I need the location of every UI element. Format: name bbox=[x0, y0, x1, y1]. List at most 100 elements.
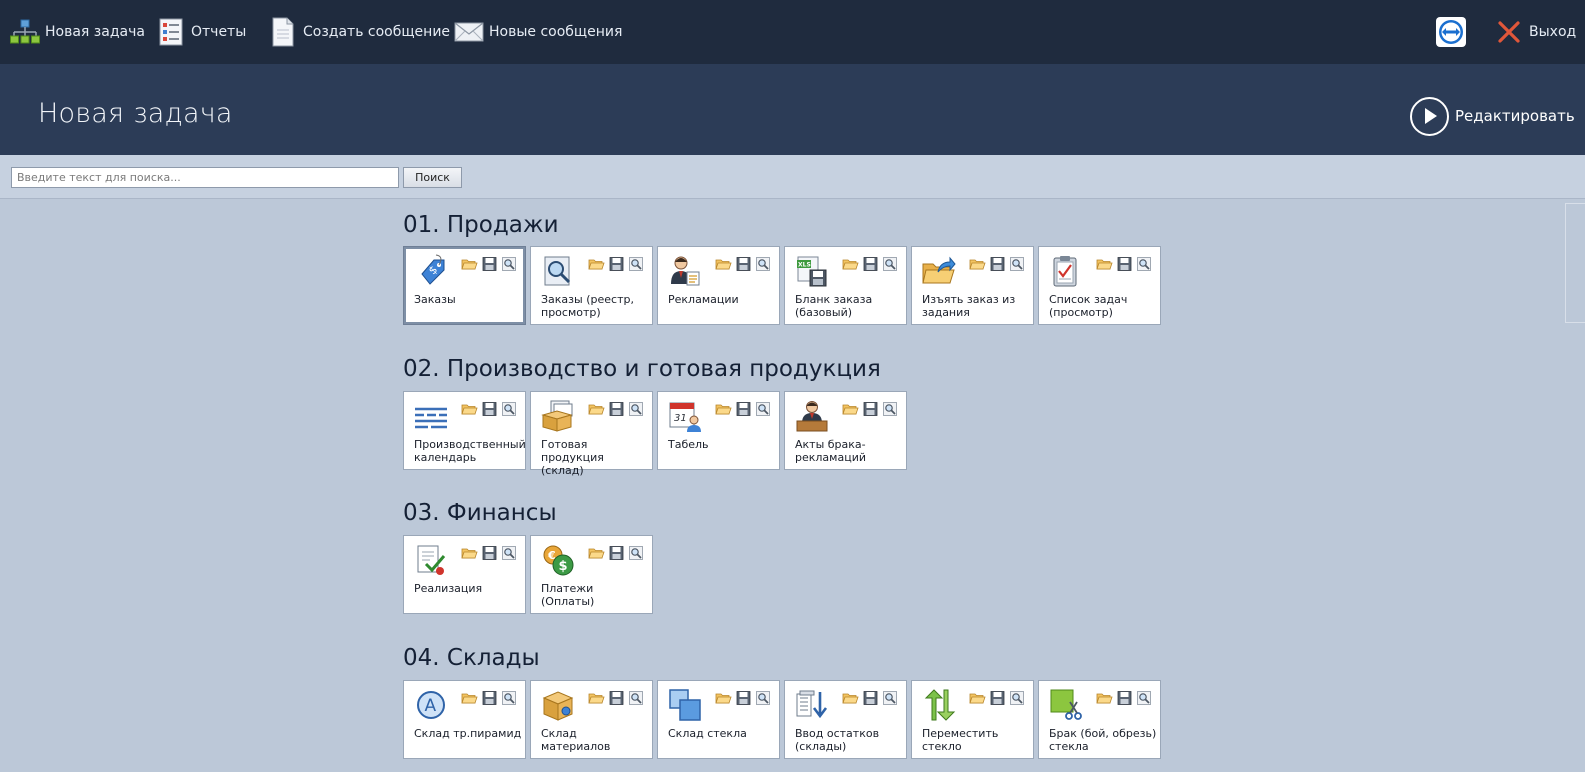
scrollbar[interactable] bbox=[1565, 199, 1585, 772]
tile-claims[interactable]: Рекламации bbox=[657, 246, 780, 325]
save-disk-icon[interactable] bbox=[608, 401, 625, 417]
arrows-up-down-icon bbox=[922, 688, 956, 722]
open-folder-icon[interactable] bbox=[461, 545, 478, 561]
tile-balances-input[interactable]: Ввод остатков (склады) bbox=[784, 680, 907, 759]
tile-move-glass[interactable]: Переместить стекло bbox=[911, 680, 1034, 759]
svg-text:XLS: XLS bbox=[798, 262, 811, 269]
open-folder-icon[interactable] bbox=[842, 690, 859, 706]
search-preview-icon[interactable] bbox=[1009, 256, 1026, 272]
search-preview-icon[interactable] bbox=[501, 256, 518, 272]
tile-label: Склад стекла bbox=[668, 727, 747, 740]
tile-payments[interactable]: € $ Платежи (Оплаты) bbox=[530, 535, 653, 614]
open-folder-icon[interactable] bbox=[588, 401, 605, 417]
tile-label: Переместить стекло bbox=[922, 727, 999, 753]
open-folder-icon[interactable] bbox=[715, 256, 732, 272]
save-disk-icon[interactable] bbox=[481, 690, 498, 706]
save-disk-icon[interactable] bbox=[989, 256, 1006, 272]
tile-orders[interactable]: $ Заказы bbox=[403, 246, 526, 325]
save-disk-icon[interactable] bbox=[735, 256, 752, 272]
search-preview-icon[interactable] bbox=[1136, 690, 1153, 706]
open-folder-icon[interactable] bbox=[715, 401, 732, 417]
tile-label: Заказы (реестр, просмотр) bbox=[541, 293, 634, 319]
toolbar-reports-button[interactable]: Отчеты bbox=[156, 16, 246, 48]
search-input[interactable] bbox=[11, 167, 399, 188]
section-title-production: 02. Производство и готовая продукция bbox=[403, 356, 881, 382]
search-preview-icon[interactable] bbox=[882, 690, 899, 706]
open-folder-icon[interactable] bbox=[842, 401, 859, 417]
tile-actions bbox=[588, 401, 645, 417]
glass-squares-icon bbox=[668, 688, 702, 722]
exit-button[interactable]: Выход bbox=[1494, 16, 1576, 48]
tile-order-form[interactable]: XLS Бланк заказа (базовый) bbox=[784, 246, 907, 325]
save-disk-icon[interactable] bbox=[1116, 256, 1133, 272]
open-folder-icon[interactable] bbox=[461, 401, 478, 417]
open-folder-icon[interactable] bbox=[588, 690, 605, 706]
tile-actions bbox=[588, 690, 645, 706]
save-disk-icon[interactable] bbox=[735, 690, 752, 706]
tile-timesheet[interactable]: 31 Табель bbox=[657, 391, 780, 470]
open-folder-icon[interactable] bbox=[842, 256, 859, 272]
save-disk-icon[interactable] bbox=[989, 690, 1006, 706]
save-disk-icon[interactable] bbox=[862, 401, 879, 417]
tile-remove-order[interactable]: Изъять заказ из задания bbox=[911, 246, 1034, 325]
teamviewer-icon bbox=[1436, 17, 1466, 47]
open-folder-icon[interactable] bbox=[969, 256, 986, 272]
search-preview-icon[interactable] bbox=[501, 690, 518, 706]
open-folder-icon[interactable] bbox=[461, 256, 478, 272]
tile-task-list[interactable]: Список задач (просмотр) bbox=[1038, 246, 1161, 325]
save-disk-icon[interactable] bbox=[608, 256, 625, 272]
tile-pyramid-warehouse[interactable]: A Склад тр.пирамид bbox=[403, 680, 526, 759]
save-disk-icon[interactable] bbox=[481, 545, 498, 561]
tile-materials-warehouse[interactable]: Склад материалов bbox=[530, 680, 653, 759]
search-preview-icon[interactable] bbox=[628, 690, 645, 706]
search-preview-icon[interactable] bbox=[882, 256, 899, 272]
search-preview-icon[interactable] bbox=[882, 401, 899, 417]
toolbar-new-task-button[interactable]: Новая задача bbox=[10, 16, 145, 48]
search-preview-icon[interactable] bbox=[1136, 256, 1153, 272]
save-disk-icon[interactable] bbox=[862, 256, 879, 272]
save-disk-icon[interactable] bbox=[862, 690, 879, 706]
save-disk-icon[interactable] bbox=[481, 256, 498, 272]
search-preview-icon[interactable] bbox=[628, 545, 645, 561]
page-header: Новая задача Редактировать bbox=[0, 64, 1585, 155]
search-preview-icon[interactable] bbox=[1009, 690, 1026, 706]
save-disk-icon[interactable] bbox=[481, 401, 498, 417]
search-preview-icon[interactable] bbox=[755, 690, 772, 706]
open-folder-icon[interactable] bbox=[969, 690, 986, 706]
edit-button[interactable]: Редактировать bbox=[1410, 96, 1575, 136]
search-bar: Поиск bbox=[0, 155, 1585, 199]
open-folder-icon[interactable] bbox=[1096, 690, 1113, 706]
search-preview-icon[interactable] bbox=[501, 545, 518, 561]
tile-label: Брак (бой, обрезь) стекла bbox=[1049, 727, 1157, 753]
toolbar-new-messages-button[interactable]: Новые сообщения bbox=[454, 16, 622, 48]
toolbar-create-message-button[interactable]: Создать сообщение bbox=[268, 16, 450, 48]
search-preview-icon[interactable] bbox=[628, 256, 645, 272]
toolbar-item-label: Новые сообщения bbox=[489, 24, 623, 40]
open-folder-icon[interactable] bbox=[588, 256, 605, 272]
tile-glass-warehouse[interactable]: Склад стекла bbox=[657, 680, 780, 759]
search-preview-icon[interactable] bbox=[501, 401, 518, 417]
tile-defect-acts[interactable]: Акты брака-рекламаций bbox=[784, 391, 907, 470]
save-disk-icon[interactable] bbox=[1116, 690, 1133, 706]
edit-label: Редактировать bbox=[1455, 107, 1575, 125]
open-folder-icon[interactable] bbox=[588, 545, 605, 561]
tile-realization[interactable]: Реализация bbox=[403, 535, 526, 614]
letter-a-circle-icon: A bbox=[414, 688, 448, 722]
open-folder-icon[interactable] bbox=[461, 690, 478, 706]
save-disk-icon[interactable] bbox=[608, 690, 625, 706]
open-folder-icon[interactable] bbox=[715, 690, 732, 706]
save-disk-icon[interactable] bbox=[608, 545, 625, 561]
save-disk-icon[interactable] bbox=[735, 401, 752, 417]
tile-finished-products[interactable]: Готовая продукция (склад) bbox=[530, 391, 653, 477]
tile-glass-defect[interactable]: Брак (бой, обрезь) стекла bbox=[1038, 680, 1161, 759]
search-preview-icon[interactable] bbox=[755, 401, 772, 417]
open-folder-icon[interactable] bbox=[1096, 256, 1113, 272]
tile-orders-registry[interactable]: Заказы (реестр, просмотр) bbox=[530, 246, 653, 325]
teamviewer-button[interactable] bbox=[1436, 16, 1471, 48]
scrollbar-thumb[interactable] bbox=[1565, 203, 1585, 323]
tile-production-calendar[interactable]: Производственный календарь bbox=[403, 391, 526, 470]
search-button[interactable]: Поиск bbox=[403, 167, 462, 188]
search-preview-icon[interactable] bbox=[755, 256, 772, 272]
svg-text:$: $ bbox=[559, 559, 568, 574]
search-preview-icon[interactable] bbox=[628, 401, 645, 417]
